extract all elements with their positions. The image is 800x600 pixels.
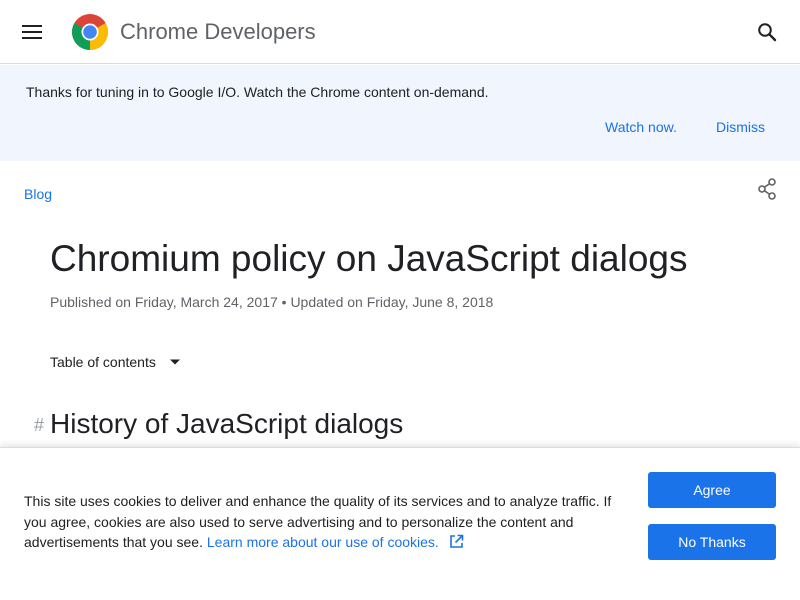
section-heading: History of JavaScript dialogs: [50, 408, 404, 439]
cookie-consent-bar: This site uses cookies to deliver and en…: [0, 447, 800, 600]
external-link-icon[interactable]: [449, 534, 464, 549]
cookie-learn-more-link[interactable]: Learn more about our use of cookies.: [207, 534, 439, 550]
announcement-banner: Thanks for tuning in to Google I/O. Watc…: [0, 65, 800, 161]
cookie-message: This site uses cookies to deliver and en…: [24, 491, 624, 553]
share-icon: [758, 178, 776, 200]
breadcrumb-blog[interactable]: Blog: [24, 185, 52, 203]
banner-message: Thanks for tuning in to Google I/O. Watc…: [26, 84, 489, 100]
hamburger-menu-icon: [22, 25, 42, 39]
watch-now-link[interactable]: Watch now.: [605, 118, 677, 136]
top-app-bar: Chrome Developers: [0, 0, 800, 64]
search-icon: [758, 23, 777, 42]
share-button[interactable]: [754, 176, 780, 202]
page-title: Chromium policy on JavaScript dialogs: [50, 238, 688, 279]
publish-date: Published on Friday, March 24, 2017 • Up…: [50, 294, 494, 310]
table-of-contents-toggle[interactable]: Table of contents: [50, 352, 182, 372]
toc-label: Table of contents: [50, 354, 156, 370]
agree-button[interactable]: Agree: [648, 472, 776, 508]
no-thanks-button[interactable]: No Thanks: [648, 524, 776, 560]
chrome-logo[interactable]: [72, 14, 108, 50]
search-button[interactable]: [752, 18, 782, 46]
site-title[interactable]: Chrome Developers: [120, 19, 316, 45]
dismiss-button[interactable]: Dismiss: [716, 118, 765, 136]
chevron-down-icon: [168, 355, 182, 369]
menu-button[interactable]: [18, 18, 46, 46]
section-anchor-link[interactable]: #: [34, 415, 44, 435]
